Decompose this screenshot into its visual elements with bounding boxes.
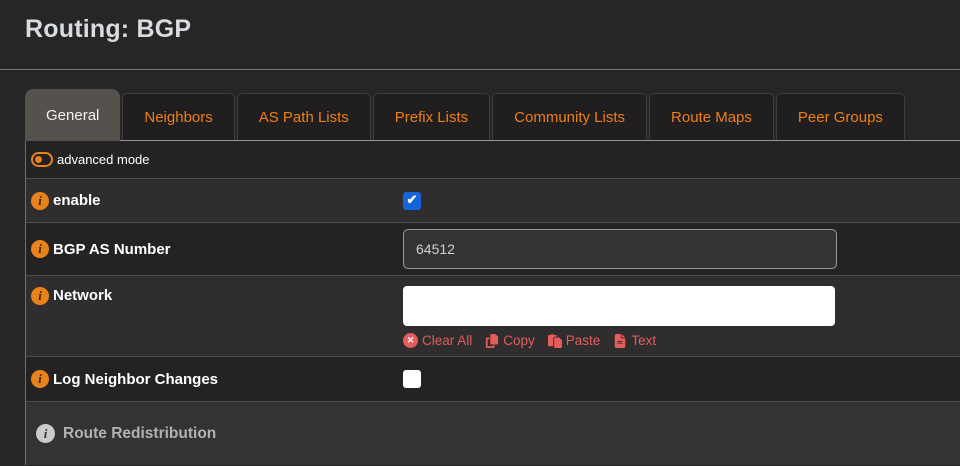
field-label-cell: BGP AS Number (26, 223, 403, 275)
field-control-cell (403, 357, 960, 401)
tab-general[interactable]: General (25, 89, 120, 141)
form-row-log-neighbor-changes: Log Neighbor Changes (26, 357, 960, 402)
bgp-as-number-input[interactable] (403, 229, 837, 269)
field-control-cell (403, 179, 960, 222)
info-circle-icon[interactable] (31, 287, 49, 305)
route-redistribution-section: Route Redistribution (26, 402, 960, 465)
tab-route-maps[interactable]: Route Maps (649, 93, 774, 140)
tab-label: Peer Groups (798, 109, 883, 126)
field-label-cell: Network (26, 276, 403, 356)
tab-label: General (46, 107, 99, 124)
page-title: Routing: BGP (25, 15, 960, 44)
enable-checkbox[interactable] (403, 192, 421, 210)
tab-prefix-lists[interactable]: Prefix Lists (373, 93, 490, 140)
bgp-general-form: advanced mode enable BGP AS Number Netwo… (25, 141, 960, 465)
action-label: Text (631, 333, 656, 348)
field-label: Log Neighbor Changes (53, 371, 218, 388)
field-label: enable (53, 192, 101, 209)
form-row-bgp-as-number: BGP AS Number (26, 223, 960, 276)
action-label: Paste (566, 333, 601, 348)
check-icon (407, 193, 418, 206)
field-label-cell: Log Neighbor Changes (26, 357, 403, 401)
tab-label: Neighbors (144, 109, 212, 126)
field-label-cell: enable (26, 179, 403, 222)
tab-neighbors[interactable]: Neighbors (122, 93, 234, 140)
info-circle-muted-icon (36, 424, 55, 443)
field-control-cell: Clear All Copy Paste Text (403, 276, 960, 356)
action-label: Clear All (422, 333, 472, 348)
field-label: BGP AS Number (53, 241, 171, 258)
section-label: Route Redistribution (63, 425, 216, 443)
tab-as-path-lists[interactable]: AS Path Lists (237, 93, 371, 140)
paste-icon (548, 334, 562, 348)
tab-label: Community Lists (514, 109, 625, 126)
info-circle-icon[interactable] (31, 370, 49, 388)
copy-action[interactable]: Copy (485, 333, 535, 348)
advanced-mode-label[interactable]: advanced mode (57, 152, 150, 167)
action-label: Copy (503, 333, 535, 348)
text-action[interactable]: Text (613, 333, 656, 348)
tab-label: Prefix Lists (395, 109, 468, 126)
tab-peer-groups[interactable]: Peer Groups (776, 93, 905, 140)
file-text-icon (613, 334, 627, 348)
field-control-cell (403, 223, 960, 275)
field-label: Network (53, 287, 112, 304)
clear-all-action[interactable]: Clear All (403, 333, 472, 348)
tab-label: AS Path Lists (259, 109, 349, 126)
tab-label: Route Maps (671, 109, 752, 126)
info-circle-icon[interactable] (31, 240, 49, 258)
page-header: Routing: BGP (0, 0, 960, 70)
form-row-network: Network Clear All Copy Paste (26, 276, 960, 357)
tab-community-lists[interactable]: Community Lists (492, 93, 647, 140)
info-circle-icon[interactable] (31, 192, 49, 210)
advanced-mode-row: advanced mode (26, 141, 960, 179)
copy-icon (485, 334, 499, 348)
toggle-off-icon[interactable] (31, 152, 53, 167)
paste-action[interactable]: Paste (548, 333, 601, 348)
circle-x-icon (403, 333, 418, 348)
network-input[interactable] (403, 286, 835, 326)
network-actions: Clear All Copy Paste Text (403, 333, 656, 348)
form-row-enable: enable (26, 179, 960, 223)
tab-bar: General Neighbors AS Path Lists Prefix L… (25, 92, 960, 141)
log-neighbor-changes-checkbox[interactable] (403, 370, 421, 388)
